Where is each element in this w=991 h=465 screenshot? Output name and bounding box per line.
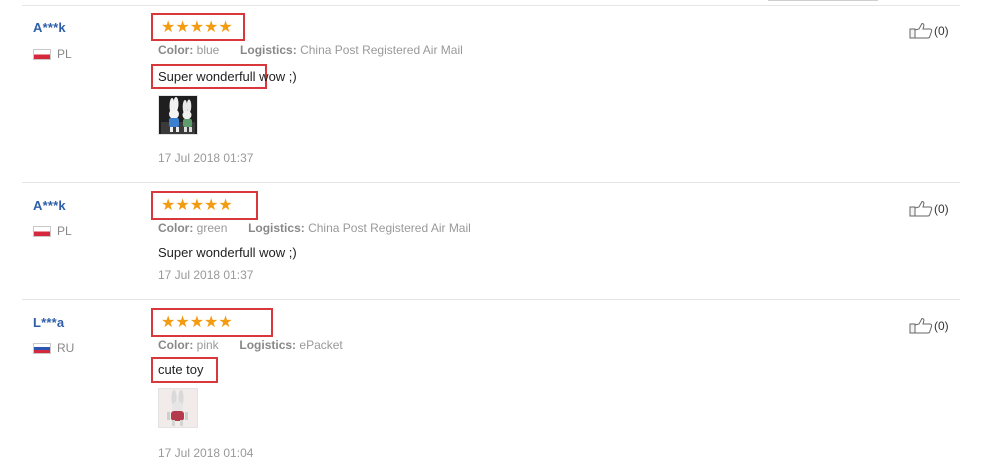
- bunny-plush-photo: [159, 96, 197, 134]
- order-attributes: Color: blue Logistics: China Post Regist…: [158, 43, 463, 57]
- thumbs-up-icon: [909, 200, 933, 217]
- country-code: PL: [57, 47, 72, 61]
- review-date: 17 Jul 2018 01:04: [158, 446, 254, 460]
- rating-highlight-box: ★★★★★: [151, 191, 258, 220]
- like-count: (0): [934, 201, 949, 216]
- color-label: Color:: [158, 338, 194, 352]
- thumbs-up-icon: [909, 317, 933, 334]
- top-divider: [22, 5, 960, 6]
- comment-rest-text: wow ;): [255, 69, 297, 84]
- logistics-value: ePacket: [299, 338, 343, 352]
- buyer-name[interactable]: A***k: [33, 198, 66, 213]
- order-attributes: Color: green Logistics: China Post Regis…: [158, 221, 471, 235]
- color-label: Color:: [158, 221, 194, 235]
- top-tab-edge: [768, 0, 878, 1]
- review-photo-thumbnail[interactable]: [158, 95, 198, 135]
- logistics-label: Logistics:: [248, 221, 305, 235]
- logistics-label: Logistics:: [240, 43, 297, 57]
- buyer-country: RU: [33, 341, 74, 355]
- review-divider: [22, 299, 960, 300]
- review-divider: [22, 182, 960, 183]
- star-rating: ★★★★★: [161, 19, 233, 36]
- review-comment: cute toy: [158, 362, 204, 377]
- like-button[interactable]: (0): [909, 317, 949, 334]
- buyer-country: PL: [33, 224, 72, 238]
- buyer-name[interactable]: L***a: [33, 315, 64, 330]
- country-code: RU: [57, 341, 75, 355]
- color-value: blue: [196, 43, 220, 57]
- rating-highlight-box: ★★★★★: [151, 308, 273, 337]
- review-comment: Super wonderfull wow ;): [158, 69, 297, 84]
- like-count: (0): [934, 318, 949, 333]
- review-date: 17 Jul 2018 01:37: [158, 268, 254, 282]
- thumbs-up-icon: [909, 22, 933, 39]
- comment-highlighted-text: Super wonderfull: [158, 69, 256, 84]
- flag-pl-icon: [33, 48, 51, 60]
- logistics-value: China Post Registered Air Mail: [300, 43, 463, 57]
- bunny-plush-photo: [159, 389, 197, 427]
- color-value: pink: [196, 338, 219, 352]
- star-rating: ★★★★★: [161, 314, 233, 331]
- flag-ru-icon: [33, 342, 51, 354]
- review-photo-thumbnail[interactable]: [158, 388, 198, 428]
- color-label: Color:: [158, 43, 194, 57]
- like-button[interactable]: (0): [909, 200, 949, 217]
- buyer-country: PL: [33, 47, 72, 61]
- logistics-label: Logistics:: [239, 338, 297, 352]
- flag-pl-icon: [33, 225, 51, 237]
- country-code: PL: [57, 224, 72, 238]
- buyer-name[interactable]: A***k: [33, 20, 66, 35]
- like-button[interactable]: (0): [909, 22, 949, 39]
- rating-highlight-box: ★★★★★: [151, 13, 245, 41]
- review-comment: Super wonderfull wow ;): [158, 245, 297, 260]
- logistics-value: China Post Registered Air Mail: [308, 221, 471, 235]
- review-date: 17 Jul 2018 01:37: [158, 151, 254, 165]
- like-count: (0): [934, 23, 949, 38]
- color-value: green: [196, 221, 228, 235]
- star-rating: ★★★★★: [161, 197, 233, 214]
- order-attributes: Color: pink Logistics: ePacket: [158, 338, 343, 352]
